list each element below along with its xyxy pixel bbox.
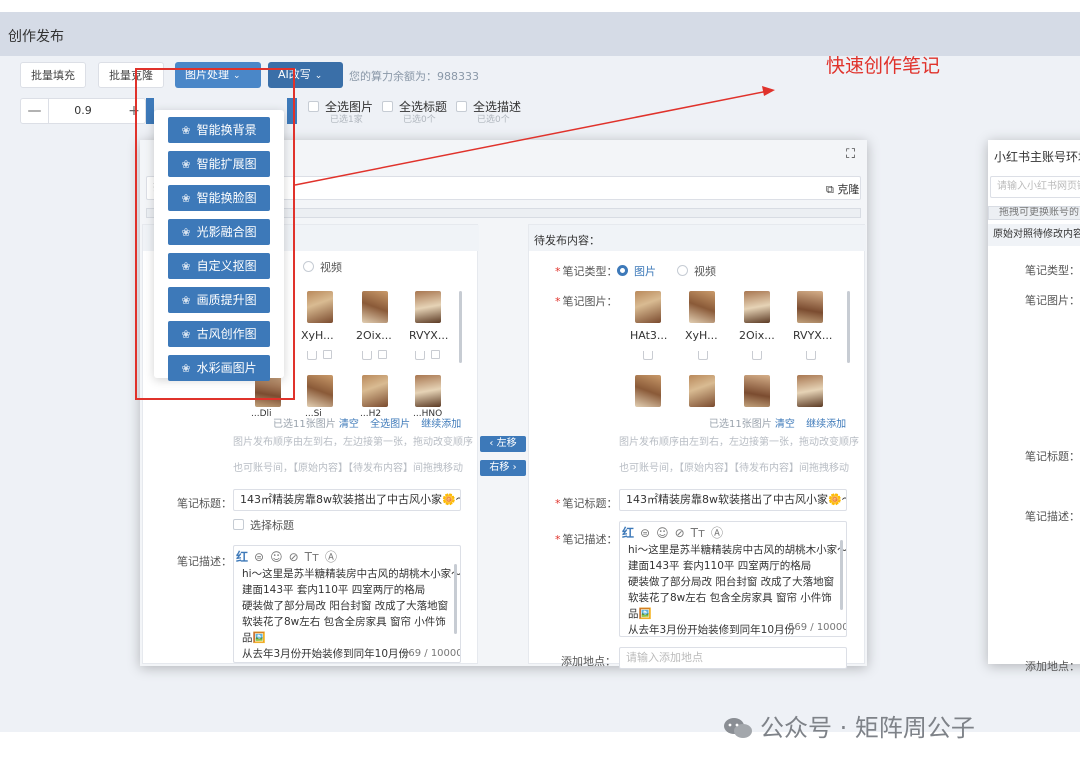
screenshot-root: 创作发布 批量填充 批量克隆 图片处理 ⌄ AI改写 ⌄ 您的算力余额为：98833…	[0, 0, 1080, 768]
annotation-text: 快速创作笔记	[826, 55, 941, 77]
watermark-text: 公众号 · 矩阵周公子	[760, 714, 975, 742]
wechat-icon	[724, 718, 752, 738]
annotation-arrow	[294, 86, 775, 186]
watermark: 公众号 · 矩阵周公子	[722, 708, 975, 743]
